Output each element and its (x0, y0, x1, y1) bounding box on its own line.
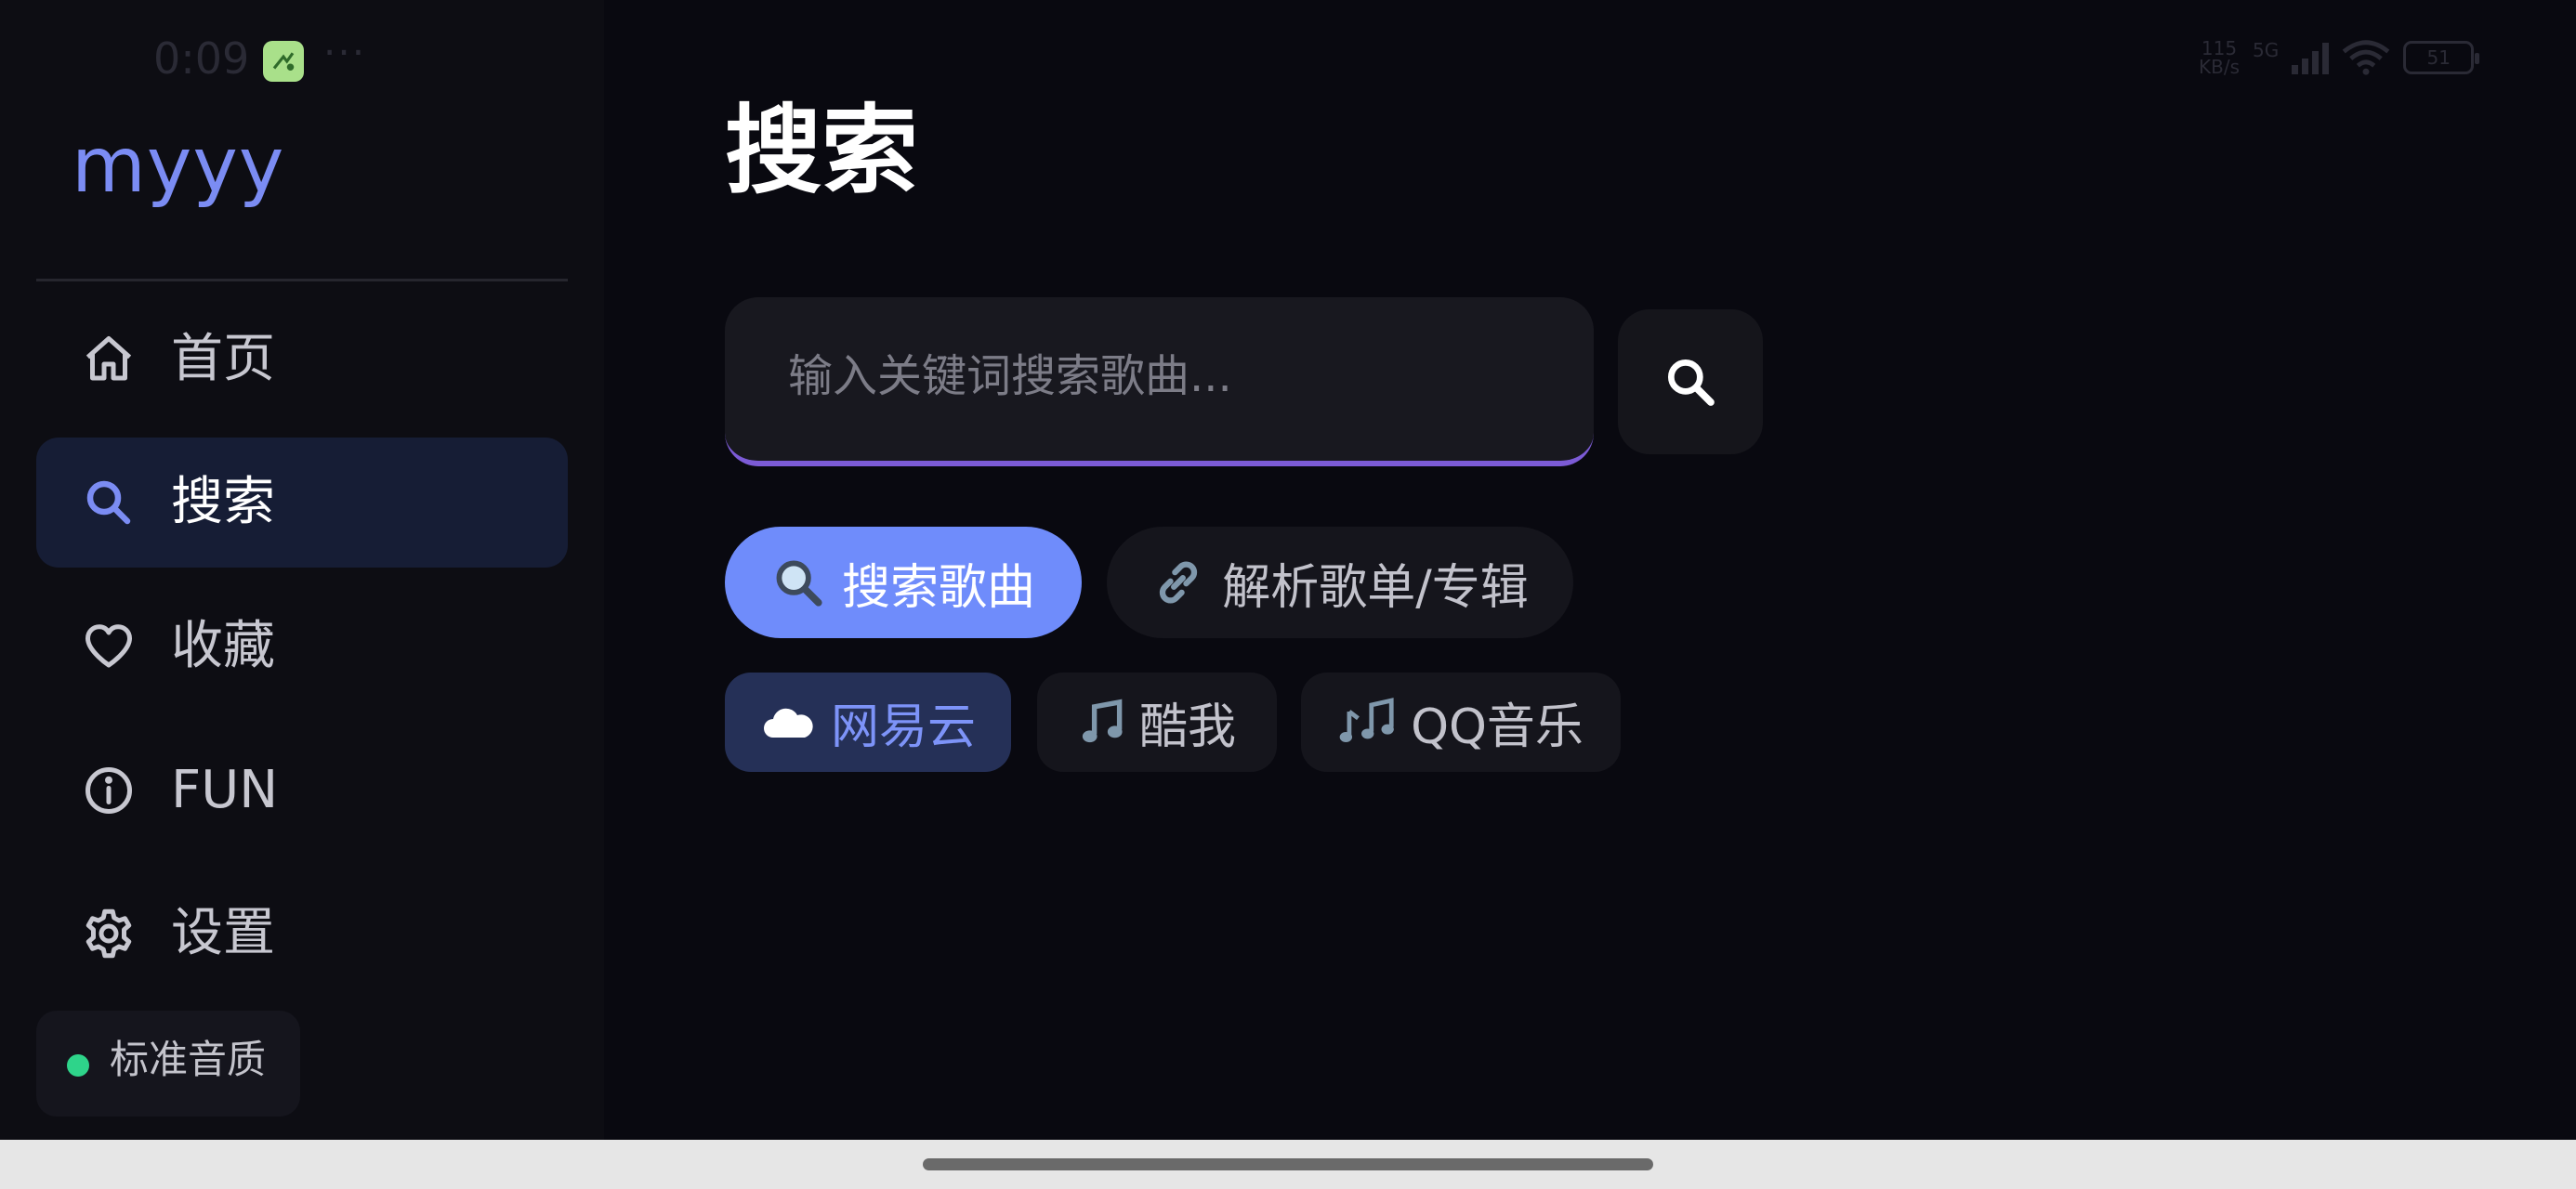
wifi-icon (2342, 40, 2390, 75)
sidebar-item-label: FUN (171, 760, 279, 820)
search-icon (81, 475, 137, 530)
status-time: 0:09 (153, 33, 250, 84)
search-input[interactable] (725, 297, 1594, 461)
quality-label: 标准音质 (110, 1037, 267, 1082)
source-label: QQ音乐 (1411, 699, 1584, 755)
sidebar-item-fun[interactable]: FUN (36, 725, 568, 856)
status-indicators: 115 KB/s 5G 51 (2199, 39, 2480, 76)
sidebar-item-search[interactable]: 搜索 (36, 438, 568, 568)
sidebar-item-label: 搜索 (171, 472, 275, 532)
app-logo[interactable]: myyy (72, 128, 284, 204)
mode-parse-playlist[interactable]: 解析歌单/专辑 (1107, 527, 1573, 638)
quality-status-dot (67, 1054, 89, 1077)
battery-icon: 51 (2403, 41, 2480, 74)
app-notification-icon (263, 41, 304, 82)
mode-search-songs[interactable]: 搜索歌曲 (725, 527, 1082, 638)
source-netease[interactable]: 网易云 (725, 673, 1011, 772)
source-qq-music[interactable]: QQ音乐 (1301, 673, 1621, 772)
link-icon (1151, 555, 1205, 609)
music-notes-icon (1338, 697, 1396, 748)
quality-chip[interactable]: 标准音质 (36, 1011, 300, 1117)
music-note-icon (1078, 698, 1124, 748)
sidebar: myyy 首页 搜索 收藏 FUN 设置 标准音质 (0, 0, 604, 1140)
sidebar-item-label: 收藏 (171, 616, 275, 676)
navigation-gesture-area (0, 1140, 2576, 1189)
network-speed-value: 115 (2201, 37, 2238, 59)
source-kuwo[interactable]: 酷我 (1037, 673, 1277, 772)
signal-icon (2292, 41, 2330, 74)
magnifier-emoji-icon (771, 555, 825, 609)
search-icon (1667, 359, 1715, 406)
home-indicator[interactable] (923, 1158, 1653, 1170)
sidebar-item-home[interactable]: 首页 (36, 294, 568, 425)
network-type: 5G (2253, 39, 2280, 61)
sidebar-divider (36, 279, 568, 281)
sidebar-item-favorites[interactable]: 收藏 (36, 581, 568, 712)
mode-label: 搜索歌曲 (841, 559, 1035, 616)
search-button[interactable] (1618, 309, 1763, 454)
app-screen: myyy 首页 搜索 收藏 FUN 设置 标准音质 0:09 ··· 115 K… (0, 0, 2576, 1189)
heart-icon (81, 619, 137, 674)
source-label: 酷我 (1138, 699, 1236, 755)
info-icon (81, 763, 137, 818)
gear-icon (81, 906, 137, 961)
page-title: 搜索 (725, 94, 919, 207)
sidebar-item-label: 首页 (171, 329, 275, 389)
network-speed: 115 KB/s (2199, 39, 2240, 76)
network-speed-unit: KB/s (2199, 56, 2240, 78)
search-field[interactable] (725, 297, 1594, 466)
home-icon (81, 332, 137, 387)
mode-label: 解析歌单/专辑 (1222, 559, 1529, 616)
status-more: ··· (323, 30, 367, 75)
cloud-icon (760, 702, 816, 743)
sidebar-item-settings[interactable]: 设置 (36, 869, 568, 999)
sidebar-item-label: 设置 (171, 903, 275, 963)
source-label: 网易云 (830, 699, 976, 755)
